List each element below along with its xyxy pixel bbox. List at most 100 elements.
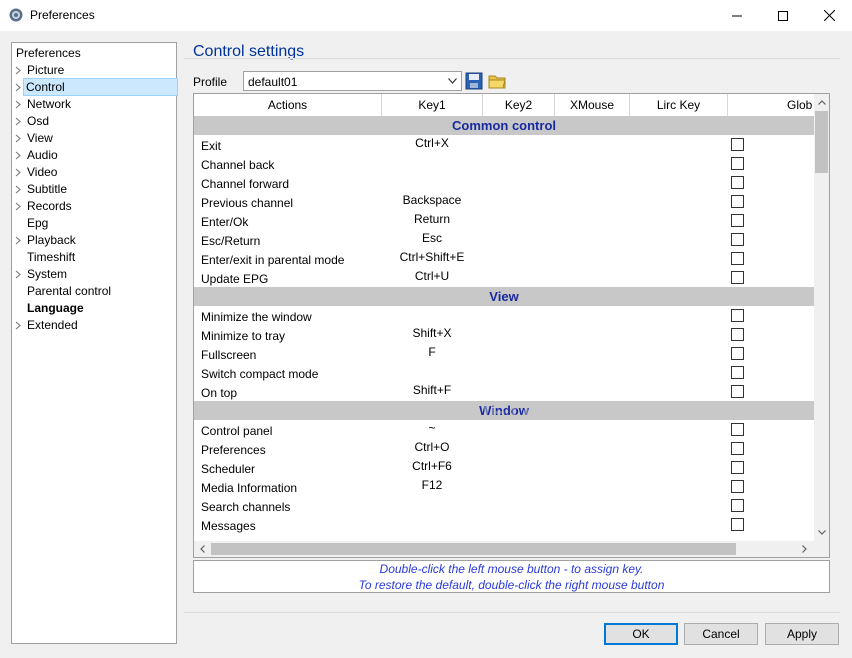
horizontal-scroll-thumb[interactable] [211,543,736,555]
table-row[interactable]: Minimize to tray Shift+X [194,325,814,344]
key1-cell[interactable]: Shift+X [382,326,482,340]
chevron-right-icon[interactable] [14,270,22,279]
tree-item-control[interactable]: Control [12,78,178,96]
tree-item-video[interactable]: Video [12,164,176,181]
column-header-actions[interactable]: Actions [194,94,382,116]
global-checkbox[interactable] [731,233,744,246]
table-row[interactable]: Channel back [194,154,814,173]
global-checkbox[interactable] [731,423,744,436]
column-header-key1[interactable]: Key1 [382,94,483,116]
global-checkbox[interactable] [731,366,744,379]
global-checkbox[interactable] [731,328,744,341]
vertical-scroll-thumb[interactable] [815,111,828,173]
global-checkbox[interactable] [731,385,744,398]
table-row[interactable]: Previous channel Backspace [194,192,814,211]
table-row[interactable]: Scheduler Ctrl+F6 [194,458,814,477]
key1-cell[interactable]: Ctrl+Shift+E [382,250,482,264]
global-checkbox[interactable] [731,195,744,208]
global-checkbox[interactable] [731,271,744,284]
table-row[interactable]: Esc/Return Esc [194,230,814,249]
global-checkbox[interactable] [731,442,744,455]
chevron-right-icon[interactable] [14,83,22,92]
chevron-right-icon[interactable] [14,100,22,109]
table-row[interactable]: Exit Ctrl+X [194,135,814,154]
key1-cell[interactable]: Ctrl+F6 [382,459,482,473]
key1-cell[interactable]: Esc [382,231,482,245]
tree-item-parental-control[interactable]: Parental control [12,283,176,300]
global-checkbox[interactable] [731,518,744,531]
global-checkbox[interactable] [731,347,744,360]
table-row[interactable]: Update EPG Ctrl+U [194,268,814,287]
key1-cell[interactable]: Return [382,212,482,226]
chevron-right-icon[interactable] [14,202,22,211]
tree-item-playback[interactable]: Playback [12,232,176,249]
key1-cell[interactable]: Shift+F [382,383,482,397]
cancel-button[interactable]: Cancel [684,623,758,645]
global-checkbox[interactable] [731,309,744,322]
tree-item-system[interactable]: System [12,266,176,283]
table-row[interactable]: Search channels [194,496,814,515]
tree-item-records[interactable]: Records [12,198,176,215]
chevron-right-icon[interactable] [14,236,22,245]
chevron-right-icon[interactable] [14,66,22,75]
save-profile-button[interactable] [464,71,484,91]
table-row[interactable]: Minimize the window [194,306,814,325]
chevron-right-icon[interactable] [14,117,22,126]
close-button[interactable] [806,0,852,31]
column-header-lirc-key[interactable]: Lirc Key [630,94,728,116]
global-checkbox[interactable] [731,176,744,189]
chevron-right-icon[interactable] [14,151,22,160]
global-checkbox[interactable] [731,138,744,151]
open-profile-button[interactable] [487,71,507,91]
key1-cell[interactable]: F12 [382,478,482,492]
tree-item-epg[interactable]: Epg [12,215,176,232]
column-header-key2[interactable]: Key2 [483,94,555,116]
global-checkbox[interactable] [731,252,744,265]
chevron-right-icon[interactable] [14,134,22,143]
global-checkbox[interactable] [731,461,744,474]
global-checkbox[interactable] [731,157,744,170]
tree-item-audio[interactable]: Audio [12,147,176,164]
tree-item-view[interactable]: View [12,130,176,147]
scroll-up-button[interactable] [814,95,829,110]
chevron-right-icon[interactable] [14,168,22,177]
tree-item-extended[interactable]: Extended [12,317,176,334]
apply-button[interactable]: Apply [765,623,839,645]
table-row[interactable]: Preferences Ctrl+O [194,439,814,458]
ok-button[interactable]: OK [604,623,678,645]
global-checkbox[interactable] [731,214,744,227]
global-checkbox[interactable] [731,499,744,512]
scroll-left-button[interactable] [195,541,210,556]
column-header-global[interactable]: Glob [728,94,828,116]
chevron-right-icon[interactable] [14,321,22,330]
table-row[interactable]: Channel forward [194,173,814,192]
minimize-button[interactable] [714,0,760,31]
maximize-button[interactable] [760,0,806,31]
key1-cell[interactable]: Ctrl+X [382,136,482,150]
chevron-right-icon[interactable] [14,185,22,194]
tree-item-subtitle[interactable]: Subtitle [12,181,176,198]
global-checkbox[interactable] [731,480,744,493]
table-row[interactable]: Messages [194,515,814,534]
table-row[interactable]: Fullscreen F [194,344,814,363]
tree-item-network[interactable]: Network [12,96,176,113]
vertical-scrollbar[interactable] [814,94,829,541]
key1-cell[interactable]: Ctrl+O [382,440,482,454]
scroll-right-button[interactable] [797,541,812,556]
table-row[interactable]: Enter/exit in parental mode Ctrl+Shift+E [194,249,814,268]
key1-cell[interactable]: Ctrl+U [382,269,482,283]
tree-root-preferences[interactable]: Preferences [16,45,81,62]
tree-item-timeshift[interactable]: Timeshift [12,249,176,266]
tree-item-picture[interactable]: Picture [12,62,176,79]
tree-item-language[interactable]: Language [12,300,176,317]
table-row[interactable]: Switch compact mode [194,363,814,382]
key1-cell[interactable]: Backspace [382,193,482,207]
profile-select[interactable]: default01 [243,71,462,91]
key1-cell[interactable]: F [382,345,482,359]
table-row[interactable]: Enter/Ok Return [194,211,814,230]
horizontal-scrollbar[interactable] [194,541,814,557]
tree-item-osd[interactable]: Osd [12,113,176,130]
scroll-down-button[interactable] [814,525,829,540]
column-header-xmouse[interactable]: XMouse [555,94,630,116]
table-row[interactable]: Media Information F12 [194,477,814,496]
